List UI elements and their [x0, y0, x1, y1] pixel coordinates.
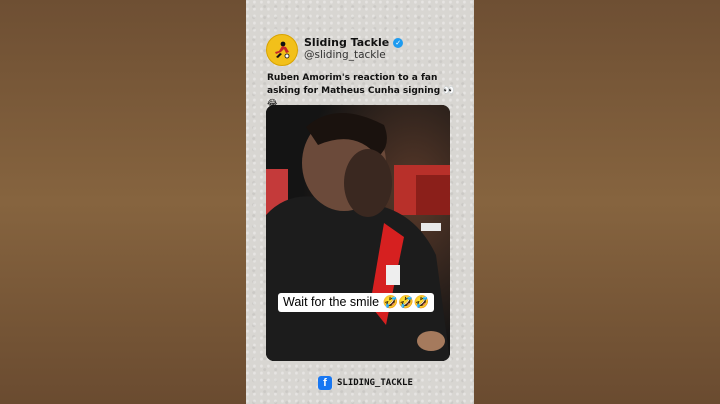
- video-frame: [266, 105, 450, 361]
- blurred-background-right: [474, 0, 720, 404]
- account-handle[interactable]: @sliding_tackle: [304, 49, 386, 61]
- footer-social[interactable]: f SLIDING_TACKLE: [318, 376, 413, 390]
- sliding-tackle-logo-icon: [275, 41, 290, 59]
- verified-badge-icon: ✓: [393, 37, 404, 48]
- facebook-icon: f: [318, 376, 332, 390]
- post-card: Sliding Tackle ✓ @sliding_tackle Ruben A…: [246, 0, 474, 404]
- avatar[interactable]: [266, 34, 298, 66]
- video-thumbnail[interactable]: Wait for the smile 🤣🤣🤣: [266, 105, 450, 361]
- video-caption: Wait for the smile 🤣🤣🤣: [278, 293, 435, 312]
- account-name-row: Sliding Tackle ✓: [304, 36, 404, 49]
- footer-label: SLIDING_TACKLE: [337, 378, 413, 388]
- account-name[interactable]: Sliding Tackle: [304, 36, 389, 49]
- blurred-background-left: [0, 0, 246, 404]
